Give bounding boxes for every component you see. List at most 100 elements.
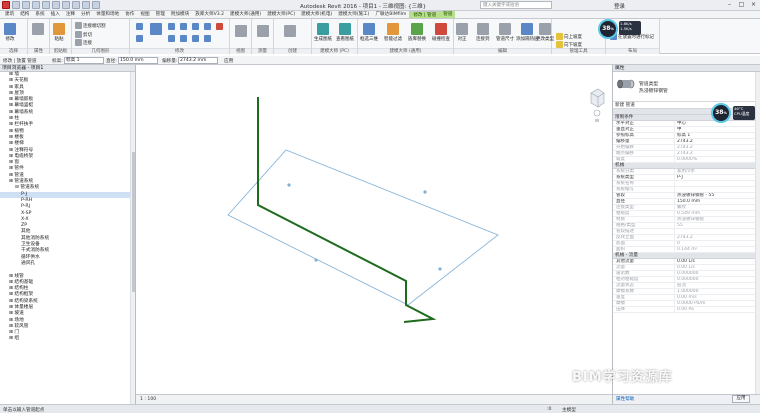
type-selector[interactable]: 管道类型 热浸镀锌钢管 — [613, 72, 760, 102]
undo-icon[interactable] — [32, 1, 40, 9]
property-value: 55 — [677, 223, 683, 228]
tag-icon[interactable] — [72, 1, 80, 9]
login-link[interactable]: 登录 — [614, 2, 625, 10]
close-button[interactable]: × — [749, 1, 758, 9]
smart-filter-button[interactable]: 智能过滤 — [384, 23, 402, 42]
ribbon-tab[interactable]: 建模大师(机电) — [298, 11, 335, 18]
property-value[interactable]: 2743.2 — [675, 139, 760, 144]
open-icon[interactable] — [12, 1, 20, 9]
apply-button[interactable]: 应用 — [224, 58, 233, 64]
property-value[interactable]: 热浸镀锌钢管 - 55 — [675, 193, 760, 198]
ribbon-tab[interactable]: 管理 — [153, 11, 168, 18]
ribbon-tab[interactable]: 附加模块 — [168, 11, 192, 18]
ribbon-tab[interactable]: 分析 — [78, 11, 93, 18]
paste-button[interactable]: 粘贴 — [53, 23, 65, 42]
ribbon-tab[interactable]: 体量和场地 — [93, 11, 122, 18]
properties-button[interactable] — [32, 23, 44, 35]
workplane-grip[interactable] — [314, 258, 318, 262]
trim-tool[interactable] — [204, 23, 211, 30]
offset-tool[interactable] — [136, 35, 143, 42]
maximize-button[interactable]: □ — [737, 1, 746, 9]
create-group-button[interactable] — [284, 25, 296, 37]
revit-logo-icon[interactable] — [2, 1, 10, 9]
property-name: 规格/类型 — [613, 223, 675, 228]
browser-tree-item[interactable]: ⊞ 组 — [0, 336, 135, 342]
ribbon-tab[interactable]: 建筑 — [2, 11, 17, 18]
offset-input[interactable]: 2743.2 mm — [178, 57, 218, 64]
split-tool[interactable] — [204, 35, 211, 42]
workplane-grip[interactable] — [438, 267, 442, 271]
browser-scrollbar[interactable] — [130, 72, 135, 404]
view-button[interactable] — [235, 25, 247, 37]
section-icon[interactable] — [92, 1, 100, 9]
property-value[interactable]: 标高 1 — [675, 133, 760, 138]
justify-button[interactable]: 对正 — [456, 23, 468, 42]
property-value[interactable]: 0.00 L/s — [675, 259, 760, 264]
ribbon-tab[interactable]: 族库大师V3.2 — [192, 11, 227, 18]
view-drawing-button[interactable]: 查看图纸 — [336, 23, 354, 42]
search-input[interactable]: 键入关键字或短语 — [480, 1, 552, 9]
ribbon-tab[interactable]: 系统 — [32, 11, 47, 18]
browser-scroll-thumb[interactable] — [132, 152, 135, 292]
ribbon-tab[interactable]: 建模大师(施工) — [335, 11, 372, 18]
workplane-grip[interactable] — [423, 190, 427, 194]
generate-drawing-button[interactable]: 生成图纸 — [314, 23, 332, 42]
redo-icon[interactable] — [42, 1, 50, 9]
ribbon-tab[interactable]: 管道 — [440, 11, 456, 18]
family-replace-button[interactable]: 族库替换 — [408, 23, 426, 42]
connect-into-button[interactable]: 连接到 — [476, 23, 490, 42]
measure-icon[interactable] — [62, 1, 70, 9]
viewcube[interactable] — [588, 83, 606, 123]
save-icon[interactable] — [22, 1, 30, 9]
connect-cut-button[interactable]: 连接端切割 — [75, 22, 106, 29]
ribbon-tab[interactable]: 建模大师(PC) — [264, 11, 298, 18]
cpu-usage-badge[interactable]: 38% — [598, 19, 618, 39]
ribbon-tab[interactable]: 广联达BIMfilm — [372, 11, 409, 18]
delete-tool[interactable] — [216, 23, 223, 30]
join-button[interactable]: 连接 — [75, 39, 92, 46]
box-3d-button[interactable]: 框选三维 — [360, 23, 378, 42]
view-scale[interactable]: 1 : 100 — [140, 397, 156, 402]
property-name: 系统缩写 — [613, 187, 675, 192]
slope-up-button[interactable]: 向上坡度 — [556, 33, 582, 40]
properties-scrollbar[interactable] — [755, 72, 760, 394]
browser-item-label: 门 — [14, 330, 20, 336]
property-value: 1.000000 — [677, 289, 699, 294]
cut-button[interactable]: 剪切 — [75, 31, 92, 38]
align-tool[interactable] — [136, 23, 143, 30]
3d-view-icon[interactable] — [82, 1, 90, 9]
ribbon-tab[interactable]: 协作 — [122, 11, 137, 18]
pipe-size-button[interactable]: 管道尺寸 — [496, 23, 514, 42]
scale-tool[interactable] — [180, 35, 187, 42]
ribbon-tab[interactable]: 建模大师(通用) — [227, 11, 264, 18]
move-tool[interactable] — [150, 23, 162, 35]
mirror-tool[interactable] — [192, 23, 199, 30]
pin-tool[interactable] — [192, 35, 199, 42]
property-value[interactable]: 中 — [675, 127, 760, 132]
measure-button[interactable] — [257, 25, 269, 37]
workplane-grip[interactable] — [287, 183, 291, 187]
modify-button[interactable]: 修改 — [4, 23, 16, 42]
array-tool[interactable] — [168, 35, 175, 42]
property-value[interactable]: P-J — [675, 175, 760, 180]
properties-apply-button[interactable]: 应用 — [732, 395, 750, 403]
cpu-usage-badge[interactable]: 38% — [711, 103, 731, 123]
slope-down-button[interactable]: 向下坡度 — [556, 41, 582, 48]
ribbon-tab[interactable]: 视图 — [137, 11, 152, 18]
pipe-run[interactable] — [257, 97, 437, 323]
ribbon-tab[interactable]: 结构 — [17, 11, 32, 18]
copy-tool[interactable] — [168, 23, 175, 30]
rotate-tool[interactable] — [180, 23, 187, 30]
property-value[interactable]: 150.0 mm — [675, 199, 760, 204]
main-model-select[interactable]: 主模型 — [562, 407, 576, 413]
print-icon[interactable] — [52, 1, 60, 9]
ribbon-tab[interactable]: 注释 — [63, 11, 78, 18]
property-value: 热浸镀锌钢管 — [677, 217, 704, 222]
3d-view-canvas[interactable] — [136, 65, 612, 394]
clash-check-button[interactable]: 碰撞检查 — [432, 23, 450, 42]
ribbon-tab[interactable]: 插入 — [48, 11, 63, 18]
minimize-button[interactable]: – — [725, 1, 734, 9]
level-select[interactable]: 标高 1 — [64, 57, 104, 64]
diameter-select[interactable]: 150.0 mm — [118, 57, 158, 64]
ribbon-tab[interactable]: 修改 | 管道 — [409, 11, 441, 18]
